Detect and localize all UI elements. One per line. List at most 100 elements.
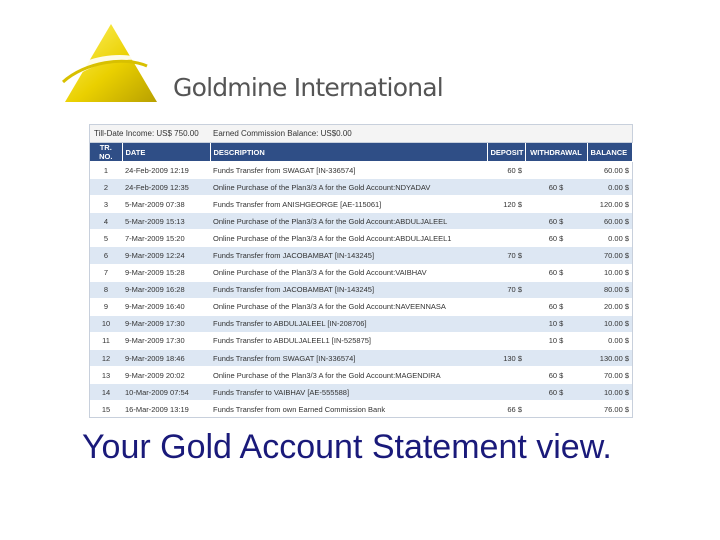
till-date-income: Till-Date Income: US$ 750.00 [94, 129, 199, 138]
table-row: 3 5-Mar-2009 07:38 Funds Transfer from ANI… [90, 195, 632, 213]
row-balance: 10.00 $ [587, 263, 632, 282]
row-date: 24-Feb-2009 12:19 [122, 160, 210, 179]
row-description: Funds Transfer to ABDULJALEEL [IN-208706… [210, 314, 487, 333]
table-row: 14 10-Mar-2009 07:54 Funds Transfer to VAI… [90, 383, 632, 401]
row-deposit [487, 331, 525, 350]
row-deposit: 120 $ [487, 195, 525, 213]
row-date: 9-Mar-2009 18:46 [122, 349, 210, 367]
row-date: 9-Mar-2009 17:30 [122, 331, 210, 350]
goldmine-logo [59, 24, 157, 102]
row-deposit [487, 263, 525, 282]
row-description: Online Purchase of the Plan3/3 A for the… [210, 263, 487, 282]
row-date: 5-Mar-2009 15:13 [122, 212, 210, 230]
row-withdrawal: 60 $ [525, 212, 587, 230]
row-deposit [487, 366, 525, 384]
row-withdrawal: 60 $ [525, 263, 587, 282]
row-balance: 80.00 $ [587, 280, 632, 299]
row-date: 9-Mar-2009 16:40 [122, 297, 210, 316]
row-deposit: 60 $ [487, 160, 525, 179]
table-row: 1 24-Feb-2009 12:19 Funds Transfer from SW… [90, 160, 632, 179]
row-balance: 76.00 $ [587, 400, 632, 418]
row-balance: 60.00 $ [587, 160, 632, 179]
row-number: 9 [90, 297, 122, 316]
row-description: Online Purchase of the Plan3/3 A for the… [210, 212, 487, 230]
row-withdrawal: 10 $ [525, 314, 587, 333]
row-deposit: 70 $ [487, 280, 525, 299]
row-number: 14 [90, 383, 122, 401]
statement-summary: Till-Date Income: US$ 750.00 Earned Comm… [90, 125, 632, 143]
column-header: TR. NO. [90, 143, 123, 162]
row-date: 10-Mar-2009 07:54 [122, 383, 210, 401]
row-withdrawal: 60 $ [525, 229, 587, 247]
row-deposit [487, 212, 525, 230]
row-deposit [487, 314, 525, 333]
row-withdrawal [525, 246, 587, 265]
row-description: Online Purchase of the Plan3/3 A for the… [210, 229, 487, 247]
row-deposit [487, 229, 525, 247]
row-withdrawal [525, 160, 587, 179]
row-withdrawal: 60 $ [525, 297, 587, 316]
row-date: 9-Mar-2009 17:30 [122, 314, 210, 333]
row-deposit: 130 $ [487, 349, 525, 367]
row-number: 2 [90, 178, 122, 196]
row-deposit: 70 $ [487, 246, 525, 265]
row-description: Funds Transfer from ANISHGEORGE [AE-1150… [210, 195, 487, 213]
row-balance: 0.00 $ [587, 331, 632, 350]
row-number: 7 [90, 263, 122, 282]
table-row: 7 9-Mar-2009 15:28 Online Purchase of the … [90, 263, 632, 282]
row-balance: 0.00 $ [587, 229, 632, 247]
table-row: 2 24-Feb-2009 12:35 Online Purchase of the… [90, 178, 632, 196]
row-balance: 10.00 $ [587, 383, 632, 401]
row-description: Funds Transfer to VAIBHAV [AE-555588] [210, 383, 487, 401]
row-withdrawal: 60 $ [525, 383, 587, 401]
row-balance: 70.00 $ [587, 366, 632, 384]
table-row: 4 5-Mar-2009 15:13 Online Purchase of the … [90, 212, 632, 230]
row-balance: 0.00 $ [587, 178, 632, 196]
row-date: 9-Mar-2009 15:28 [122, 263, 210, 282]
brand-name: Goldmine International [173, 73, 444, 102]
row-number: 5 [90, 229, 122, 247]
row-date: 5-Mar-2009 07:38 [122, 195, 210, 213]
table-row: 9 9-Mar-2009 16:40 Online Purchase of the … [90, 297, 632, 316]
column-header: BALANCE [587, 143, 633, 162]
column-header: DESCRIPTION [210, 143, 488, 162]
row-date: 9-Mar-2009 16:28 [122, 280, 210, 299]
table-row: 8 9-Mar-2009 16:28 Funds Transfer from JAC… [90, 280, 632, 299]
row-balance: 120.00 $ [587, 195, 632, 213]
row-withdrawal [525, 195, 587, 213]
table-body: 1 24-Feb-2009 12:19 Funds Transfer from SW… [90, 160, 632, 418]
table-row: 13 9-Mar-2009 20:02 Online Purchase of the… [90, 366, 632, 384]
row-number: 13 [90, 366, 122, 384]
table-row: 5 7-Mar-2009 15:20 Online Purchase of the … [90, 229, 632, 247]
row-date: 9-Mar-2009 12:24 [122, 246, 210, 265]
row-balance: 60.00 $ [587, 212, 632, 230]
row-deposit [487, 383, 525, 401]
row-number: 3 [90, 195, 122, 213]
row-number: 15 [90, 400, 122, 418]
row-balance: 130.00 $ [587, 349, 632, 367]
column-header: WITHDRAWAL [525, 143, 588, 162]
row-balance: 20.00 $ [587, 297, 632, 316]
table-row: 6 9-Mar-2009 12:24 Funds Transfer from JAC… [90, 246, 632, 265]
row-description: Online Purchase of the Plan3/3 A for the… [210, 366, 487, 384]
row-number: 6 [90, 246, 122, 265]
table-row: 12 9-Mar-2009 18:46 Funds Transfer from SW… [90, 349, 632, 367]
table-row: 11 9-Mar-2009 17:30 Funds Transfer to ABDU… [90, 331, 632, 350]
table-header-row: TR. NO. DATE DESCRIPTION DEPOSIT WITHDRAWAL B… [90, 143, 633, 162]
row-date: 7-Mar-2009 15:20 [122, 229, 210, 247]
row-number: 11 [90, 331, 122, 350]
row-description: Online Purchase of the Plan3/3 A for the… [210, 178, 487, 196]
table-row: 10 9-Mar-2009 17:30 Funds Transfer to ABDU… [90, 314, 632, 333]
row-description: Funds Transfer from SWAGAT [IN-336574] [210, 160, 487, 179]
row-deposit: 66 $ [487, 400, 525, 418]
row-date: 24-Feb-2009 12:35 [122, 178, 210, 196]
row-number: 8 [90, 280, 122, 299]
statement-table: TR. NO. DATE DESCRIPTION DEPOSIT WITHDRAWAL B… [90, 143, 633, 418]
row-number: 1 [90, 160, 122, 179]
table-row: 15 16-Mar-2009 13:19 Funds Transfer from o… [90, 400, 632, 418]
row-deposit [487, 178, 525, 196]
row-description: Funds Transfer to ABDULJALEEL1 [IN-52587… [210, 331, 487, 350]
column-header: DATE [122, 143, 211, 162]
caption-text: Your Gold Account Statement view. [82, 428, 612, 466]
account-statement-panel: Till-Date Income: US$ 750.00 Earned Comm… [89, 124, 633, 419]
